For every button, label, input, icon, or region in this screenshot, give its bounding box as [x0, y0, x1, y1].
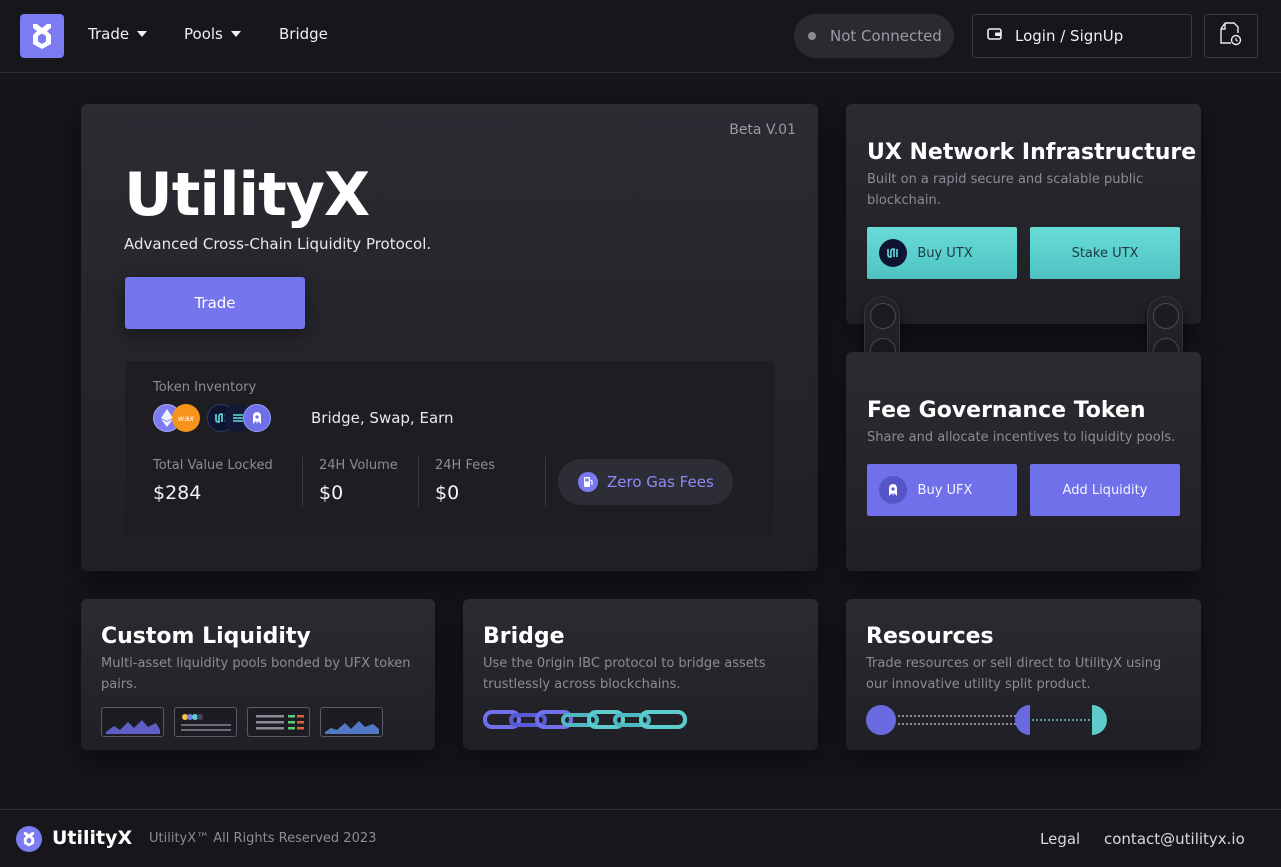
stat-divider — [302, 457, 303, 507]
buy-utx-label: Buy UTX — [917, 245, 973, 261]
nav-pools[interactable]: Pools — [184, 25, 241, 43]
zero-gas-label: Zero Gas Fees — [607, 473, 714, 491]
legal-link[interactable]: Legal — [1040, 830, 1080, 848]
buy-ufx-label: Buy UFX — [917, 482, 973, 498]
inventory-tagline: Bridge, Swap, Earn — [311, 409, 454, 427]
order-book-icon — [247, 707, 310, 737]
utilityx-logo-icon[interactable] — [16, 826, 42, 852]
custom-liquidity-card[interactable]: Custom Liquidity Multi-asset liquidity p… — [81, 599, 435, 750]
add-liquidity-button[interactable]: Add Liquidity — [1030, 464, 1180, 516]
resources-description: Trade resources or sell direct to Utilit… — [866, 656, 1162, 692]
fee-governance-description: Share and allocate incentives to liquidi… — [867, 430, 1176, 445]
volume-value: $0 — [319, 482, 344, 504]
connector-knob — [870, 303, 896, 329]
custom-liquidity-title: Custom Liquidity — [101, 624, 311, 649]
token-list-icon — [174, 707, 237, 737]
utilityx-logo-icon[interactable] — [20, 14, 64, 58]
connector-knob — [1153, 303, 1179, 329]
zero-gas-badge: Zero Gas Fees — [558, 459, 733, 505]
hero-card: Beta V.01 UtilityX Advanced Cross-Chain … — [81, 104, 818, 571]
stat-divider — [545, 457, 546, 507]
trade-button[interactable]: Trade — [125, 277, 305, 329]
area-chart-icon — [101, 707, 164, 737]
login-signup-label: Login / SignUp — [1015, 27, 1124, 45]
stat-divider — [418, 457, 419, 507]
hero-title: UtilityX — [124, 160, 370, 230]
tvl-value: $284 — [153, 482, 202, 504]
connection-status[interactable]: Not Connected — [794, 14, 954, 58]
ux-network-card: UX Network Infrastructure Built on a rap… — [846, 104, 1201, 324]
nav-bridge[interactable]: Bridge — [279, 25, 328, 43]
fees-value: $0 — [435, 482, 460, 504]
status-dot-icon — [808, 32, 816, 40]
utx-icon — [879, 239, 907, 267]
contact-link[interactable]: contact@utilityx.io — [1104, 830, 1245, 848]
bridge-card[interactable]: Bridge Use the 0rigin IBC protocol to br… — [463, 599, 818, 750]
utility-split-icon — [866, 704, 1110, 740]
copyright-text: UtilityX™ All Rights Reserved 2023 — [149, 831, 377, 846]
chain-link-icon — [483, 709, 689, 735]
tvl-label: Total Value Locked — [153, 458, 273, 473]
bridge-title: Bridge — [483, 624, 565, 649]
area-chart-icon — [320, 707, 383, 737]
gas-pump-icon — [578, 472, 598, 492]
hero-subtitle: Advanced Cross-Chain Liquidity Protocol. — [124, 235, 432, 253]
svg-text:wax: wax — [178, 414, 194, 423]
stake-utx-button[interactable]: Stake UTX — [1030, 227, 1180, 279]
connection-status-label: Not Connected — [830, 27, 942, 45]
footer: UtilityX UtilityX™ All Rights Reserved 2… — [0, 809, 1281, 867]
top-nav-bar: Trade Pools Bridge Not Connected Login /… — [0, 0, 1281, 73]
docs-button[interactable] — [1204, 14, 1258, 58]
bridge-description: Use the 0rigin IBC protocol to bridge as… — [483, 656, 766, 692]
resources-title: Resources — [866, 624, 994, 649]
token-inventory-panel: Token Inventory wax Bridge, Swap, Earn T… — [125, 361, 774, 537]
nav-trade-label: Trade — [88, 25, 130, 43]
token-inventory-label: Token Inventory — [153, 380, 257, 395]
login-signup-button[interactable]: Login / SignUp — [972, 14, 1192, 58]
fee-governance-title: Fee Governance Token — [867, 398, 1146, 423]
nav-bridge-label: Bridge — [279, 25, 328, 43]
wax-icon: wax — [172, 404, 200, 432]
document-clock-icon — [1219, 21, 1243, 51]
ufx-icon — [243, 404, 271, 432]
chevron-down-icon — [137, 31, 148, 37]
custom-liquidity-description: Multi-asset liquidity pools bonded by UF… — [101, 656, 411, 692]
ufx-icon — [879, 476, 907, 504]
buy-ufx-button[interactable]: Buy UFX — [867, 464, 1017, 516]
nav-trade[interactable]: Trade — [88, 25, 148, 43]
volume-label: 24H Volume — [319, 458, 398, 473]
buy-utx-button[interactable]: Buy UTX — [867, 227, 1017, 279]
nav-pools-label: Pools — [184, 25, 223, 43]
wallet-icon — [987, 27, 1003, 45]
fees-label: 24H Fees — [435, 458, 495, 473]
ux-network-description: Built on a rapid secure and scalable pub… — [867, 172, 1144, 208]
fee-governance-card: Fee Governance Token Share and allocate … — [846, 352, 1201, 571]
footer-brand: UtilityX — [52, 827, 133, 849]
chevron-down-icon — [230, 31, 241, 37]
version-badge: Beta V.01 — [729, 122, 796, 138]
resources-card[interactable]: Resources Trade resources or sell direct… — [846, 599, 1201, 750]
ux-network-title: UX Network Infrastructure — [867, 140, 1197, 165]
